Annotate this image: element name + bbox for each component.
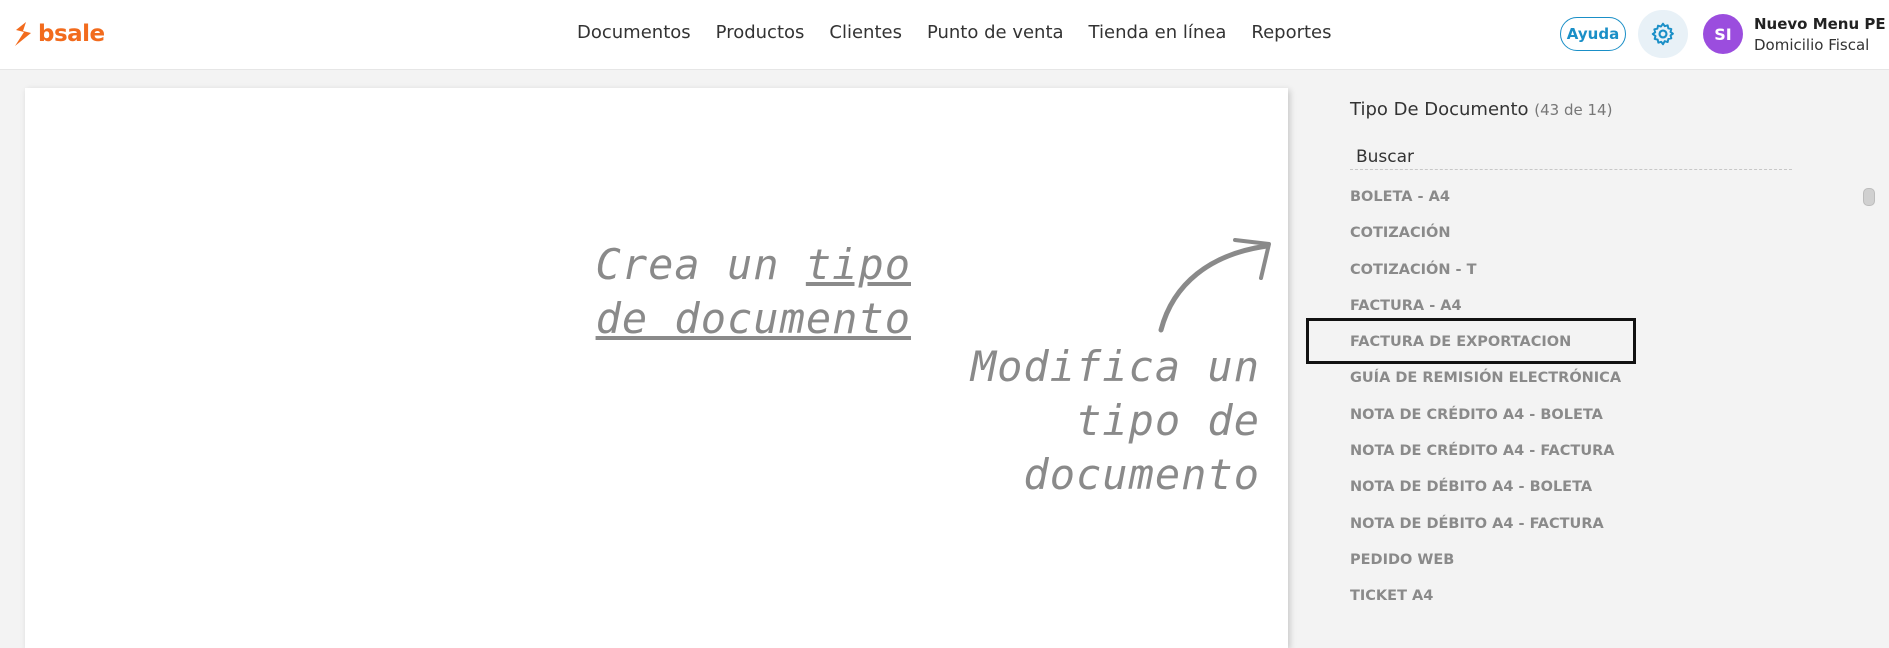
search-input[interactable] <box>1350 144 1792 170</box>
nav-documentos[interactable]: Documentos <box>577 22 691 43</box>
list-item-cotizacion-t[interactable]: COTIZACIÓN - T <box>1350 257 1621 293</box>
curved-arrow-icon <box>1158 238 1271 333</box>
list-item-nd-boleta[interactable]: NOTA DE DÉBITO A4 - BOLETA <box>1350 474 1621 510</box>
panel-title: Tipo De Documento (43 de 14) <box>1350 99 1612 120</box>
bsale-logo-icon <box>15 22 31 46</box>
list-item-ticket-a4[interactable]: TICKET A4 <box>1350 583 1621 619</box>
list-item-nc-factura[interactable]: NOTA DE CRÉDITO A4 - FACTURA <box>1350 438 1621 474</box>
settings-button[interactable] <box>1638 10 1688 58</box>
main-nav: Documentos Productos Clientes Punto de v… <box>577 22 1332 43</box>
top-bar: bsale Documentos Productos Clientes Punt… <box>0 0 1889 70</box>
gear-icon <box>1651 22 1674 46</box>
list-item-cotizacion[interactable]: COTIZACIÓN <box>1350 220 1621 256</box>
highlight-box <box>1306 318 1636 364</box>
list-item-nd-factura[interactable]: NOTA DE DÉBITO A4 - FACTURA <box>1350 511 1621 547</box>
user-branch: Domicilio Fiscal <box>1754 36 1870 54</box>
avatar[interactable]: SI <box>1703 14 1743 54</box>
scrollbar-thumb[interactable] <box>1863 188 1875 206</box>
list-item-boleta-a4[interactable]: BOLETA - A4 <box>1350 184 1621 220</box>
create-hint-prefix: Crea un <box>595 240 806 289</box>
nav-productos[interactable]: Productos <box>716 22 805 43</box>
modify-document-hint: Modifica un tipo de documento <box>970 342 1260 499</box>
list-item-pedido-web[interactable]: PEDIDO WEB <box>1350 547 1621 583</box>
bsale-logo[interactable]: bsale <box>12 20 105 48</box>
create-document-hint: Crea un tipo de documento <box>581 238 911 346</box>
document-canvas: Crea un tipo de documento Modifica un ti… <box>25 88 1288 648</box>
list-item-nc-boleta[interactable]: NOTA DE CRÉDITO A4 - BOLETA <box>1350 402 1621 438</box>
panel-count: (43 de 14) <box>1534 101 1613 119</box>
help-button[interactable]: Ayuda <box>1560 17 1626 51</box>
panel-title-text: Tipo De Documento <box>1350 99 1529 120</box>
nav-reportes[interactable]: Reportes <box>1251 22 1331 43</box>
user-name[interactable]: Nuevo Menu PE <box>1754 15 1886 33</box>
nav-clientes[interactable]: Clientes <box>829 22 902 43</box>
nav-punto-de-venta[interactable]: Punto de venta <box>927 22 1064 43</box>
nav-tienda-en-linea[interactable]: Tienda en línea <box>1089 22 1227 43</box>
document-type-list: BOLETA - A4 COTIZACIÓN COTIZACIÓN - T FA… <box>1350 184 1621 620</box>
list-item-guia-remision[interactable]: GUÍA DE REMISIÓN ELECTRÓNICA <box>1350 365 1621 401</box>
logo-text: bsale <box>38 21 105 47</box>
